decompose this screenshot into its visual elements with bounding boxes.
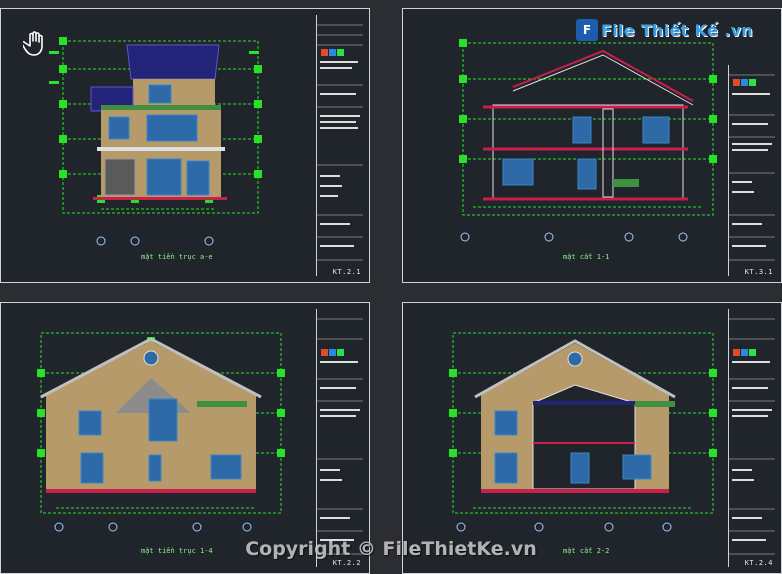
watermark-logo: F File Thiết Kế .vn — [576, 19, 753, 41]
drawing-sheet-4[interactable]: KT.2.4 mặt cắt 2-2 — [402, 302, 782, 574]
sheet-caption: mặt tiền trục a-e — [141, 253, 213, 261]
drawing-sheet-3[interactable]: KT.2.2 mặt tiền trục 1-4 — [0, 302, 370, 574]
sheet-caption: mặt cắt 1-1 — [563, 253, 610, 261]
drawing-sheet-1[interactable]: KT.2.1 mặt tiền trục a-e — [0, 8, 370, 283]
elevation-front-drawing — [49, 37, 262, 246]
sheet-code: KT.2.2 — [332, 559, 361, 567]
section-2-2-drawing — [449, 332, 717, 532]
title-block — [728, 309, 775, 567]
sheet-code: KT.2.1 — [332, 268, 361, 276]
sheet-code: KT.3.1 — [744, 268, 773, 276]
drawing-sheet-2[interactable]: F File Thiết Kế .vn KT.3.1 mặt cắt 1-1 — [402, 8, 782, 283]
watermark-logo-text: File Thiết Kế .vn — [601, 20, 753, 40]
elevation-side-drawing — [37, 332, 285, 532]
hand-cursor-icon — [23, 31, 47, 57]
section-1-1-drawing — [459, 39, 717, 242]
sheet-code: KT.2.4 — [744, 559, 773, 567]
copyright-watermark: Copyright © FileThietKe.vn — [245, 538, 537, 560]
logo-icon: F — [576, 19, 598, 41]
title-block — [728, 65, 775, 276]
title-block — [316, 15, 363, 276]
title-block — [316, 309, 363, 567]
